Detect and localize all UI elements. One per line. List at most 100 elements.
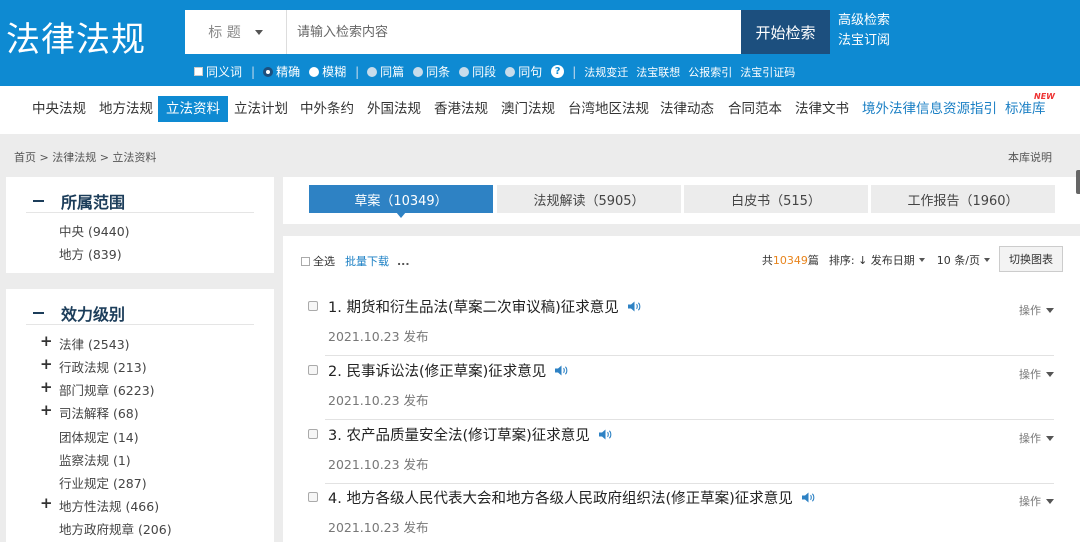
- site-logo[interactable]: 法律法规: [6, 12, 146, 61]
- scope-item-central[interactable]: 中央 (9440): [59, 221, 130, 240]
- level-item-local-regulation[interactable]: + 地方性法规 (466): [40, 494, 159, 515]
- nav-legislative-plan[interactable]: 立法计划: [234, 96, 288, 122]
- level-item-law[interactable]: + 法律 (2543): [40, 332, 130, 353]
- library-note-link[interactable]: 本库说明: [1008, 149, 1052, 165]
- synonym-option[interactable]: 同义词: [194, 63, 242, 80]
- nav-contract-templates[interactable]: 合同范本: [728, 96, 782, 122]
- nav-hongkong-regulations[interactable]: 香港法规: [434, 96, 488, 122]
- level-item-local-gov-rule[interactable]: 地方政府规章 (206): [59, 519, 172, 538]
- breadcrumb[interactable]: 首页 > 法律法规 > 立法资料: [14, 149, 156, 165]
- fuzzy-option[interactable]: 模糊: [309, 63, 346, 80]
- level-item-department-rule[interactable]: + 部门规章 (6223): [40, 378, 155, 399]
- item-title-text: 3. 农产品质量安全法(修订草案)征求意见: [328, 428, 590, 444]
- nav-legislative-materials[interactable]: 立法资料: [158, 96, 228, 122]
- batch-download-link[interactable]: 批量下载: [345, 253, 389, 269]
- link-fabao-association[interactable]: 法宝联想: [636, 64, 680, 80]
- toolbar-left: 全选 批量下载 ...: [301, 253, 410, 269]
- same-article-label: 同篇: [380, 65, 405, 79]
- expand-icon[interactable]: +: [40, 332, 53, 350]
- link-citation-code[interactable]: 法宝引证码: [740, 64, 795, 80]
- same-sentence-option[interactable]: 同句: [505, 63, 542, 80]
- radio-icon: [309, 66, 320, 77]
- item-operation-menu[interactable]: 操作: [1019, 493, 1054, 509]
- item-date: 2021.10.23 发布: [328, 520, 429, 535]
- item-checkbox[interactable]: [308, 365, 318, 375]
- item-title-text: 1. 期货和衍生品法(草案二次审议稿)征求意见: [328, 300, 619, 316]
- scope-title-label: 所属范围: [61, 193, 126, 212]
- item-operation-menu[interactable]: 操作: [1019, 430, 1054, 446]
- same-article-option[interactable]: 同篇: [367, 63, 404, 80]
- speaker-icon[interactable]: [555, 365, 568, 376]
- radio-icon: [413, 66, 424, 77]
- nav-taiwan-regulations[interactable]: 台湾地区法规: [568, 96, 649, 122]
- level-item-label: 司法解释 (68): [59, 406, 139, 421]
- link-regulation-changes[interactable]: 法规变迁: [584, 64, 628, 80]
- search-button[interactable]: 开始检索: [741, 10, 830, 54]
- precise-label: 精确: [276, 65, 301, 79]
- expand-icon[interactable]: +: [40, 401, 53, 419]
- more-options[interactable]: ...: [397, 255, 410, 268]
- item-title[interactable]: 4. 地方各级人民代表大会和地方各级人民政府组织法(修正草案)征求意见: [328, 487, 815, 508]
- level-item-group-rule[interactable]: 团体规定 (14): [59, 427, 139, 446]
- nav-macau-regulations[interactable]: 澳门法规: [501, 96, 555, 122]
- scrollbar-handle[interactable]: [1076, 170, 1080, 194]
- tab-interpretation[interactable]: 法规解读（5905）: [497, 185, 681, 213]
- active-tab-pointer: [396, 212, 406, 218]
- item-title[interactable]: 2. 民事诉讼法(修正草案)征求意见: [328, 360, 568, 381]
- chevron-down-icon: [918, 258, 925, 262]
- new-badge: NEW: [1034, 92, 1055, 101]
- speaker-icon[interactable]: [801, 492, 815, 503]
- nav-central-regulations[interactable]: 中央法规: [32, 96, 86, 122]
- chevron-down-icon: [254, 29, 263, 35]
- advanced-search-link[interactable]: 高级检索: [838, 11, 890, 31]
- help-icon[interactable]: ?: [551, 65, 565, 78]
- item-operation-menu[interactable]: 操作: [1019, 302, 1054, 318]
- same-clause-option[interactable]: 同条: [413, 63, 450, 80]
- item-checkbox[interactable]: [308, 301, 318, 311]
- level-filter-title[interactable]: 效力级别: [33, 301, 125, 325]
- nav-legal-documents[interactable]: 法律文书: [795, 96, 849, 122]
- sort-dropdown[interactable]: 排序: ↓ 发布日期: [829, 252, 915, 268]
- expand-icon[interactable]: +: [40, 378, 53, 396]
- results-list: 全选 批量下载 ... 共 10349 篇 排序: ↓ 发布日期 10 条/页 …: [283, 236, 1080, 542]
- level-item-supervision-regulation[interactable]: 监察法规 (1): [59, 450, 131, 469]
- same-paragraph-option[interactable]: 同段: [459, 63, 496, 80]
- precise-option[interactable]: 精确: [263, 63, 300, 80]
- nav-local-regulations[interactable]: 地方法规: [99, 96, 153, 122]
- nav-overseas-resources[interactable]: 境外法律信息资源指引: [862, 96, 997, 122]
- divider: [26, 324, 254, 325]
- scope-item-local[interactable]: 地方 (839): [59, 244, 122, 263]
- per-page-dropdown[interactable]: 10 条/页: [937, 252, 980, 268]
- total-count: 10349: [772, 253, 808, 267]
- tab-draft[interactable]: 草案（10349）: [309, 185, 493, 213]
- speaker-icon[interactable]: [627, 301, 641, 312]
- nav-legal-news[interactable]: 法律动态: [660, 96, 714, 122]
- select-all-checkbox[interactable]: [301, 256, 310, 266]
- total-suffix: 篇: [807, 254, 819, 267]
- level-item-admin-regulation[interactable]: + 行政法规 (213): [40, 355, 147, 376]
- item-date: 2021.10.23 发布: [328, 457, 429, 472]
- link-gazette-index[interactable]: 公报索引: [688, 64, 732, 80]
- divider: |: [355, 64, 360, 79]
- search-input[interactable]: [297, 10, 727, 54]
- scope-filter-title[interactable]: 所属范围: [33, 189, 125, 213]
- tab-white-paper[interactable]: 白皮书（515）: [684, 185, 868, 213]
- search-type-select[interactable]: 标 题: [185, 10, 287, 54]
- item-checkbox[interactable]: [308, 429, 318, 439]
- item-date: 2021.10.23 发布: [328, 329, 429, 344]
- item-title[interactable]: 1. 期货和衍生品法(草案二次审议稿)征求意见: [328, 296, 641, 317]
- subscribe-link[interactable]: 法宝订阅: [838, 31, 890, 51]
- level-item-industry-rule[interactable]: 行业规定 (287): [59, 473, 147, 492]
- select-all-label[interactable]: 全选: [313, 253, 335, 269]
- nav-treaties[interactable]: 中外条约: [300, 96, 354, 122]
- item-checkbox[interactable]: [308, 492, 318, 502]
- nav-foreign-regulations[interactable]: 外国法规: [367, 96, 421, 122]
- level-item-judicial-interpretation[interactable]: + 司法解释 (68): [40, 401, 139, 422]
- expand-icon[interactable]: +: [40, 355, 53, 373]
- switch-chart-button[interactable]: 切换图表: [999, 246, 1063, 272]
- speaker-icon[interactable]: [598, 429, 612, 440]
- tab-work-report[interactable]: 工作报告（1960）: [871, 185, 1055, 213]
- item-title[interactable]: 3. 农产品质量安全法(修订草案)征求意见: [328, 424, 612, 445]
- item-operation-menu[interactable]: 操作: [1019, 366, 1054, 382]
- expand-icon[interactable]: +: [40, 494, 53, 512]
